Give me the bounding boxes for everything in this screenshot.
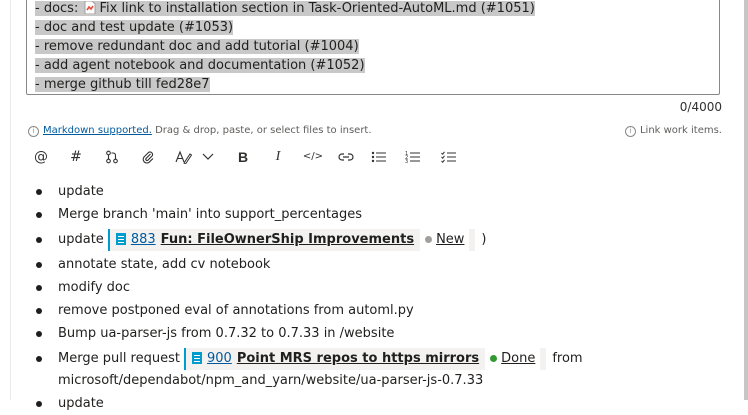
description-line: - remove redundant doc and add tutorial … xyxy=(35,39,359,54)
work-item-state: Done xyxy=(485,348,541,370)
work-item-chip[interactable]: 900 Point MRS repos to https mirrors Done xyxy=(183,348,547,370)
state-dot-icon xyxy=(490,355,498,362)
work-item-state: New xyxy=(420,229,470,251)
bullet xyxy=(36,285,42,291)
numbered-list-icon[interactable]: 123 xyxy=(402,146,424,168)
work-item-title[interactable]: Fun: FileOwnerShip Improvements xyxy=(161,232,414,247)
link-icon[interactable] xyxy=(335,146,357,168)
scrollbar[interactable] xyxy=(744,0,748,400)
work-item-icon xyxy=(191,352,202,364)
markdown-hint: i Markdown supported. Drag & drop, paste,… xyxy=(28,125,372,137)
checklist-icon[interactable] xyxy=(438,146,460,168)
format-text-icon[interactable] xyxy=(173,146,195,168)
markdown-file-icon xyxy=(84,0,96,15)
editor-hint-row: i Markdown supported. Drag & drop, paste,… xyxy=(28,125,722,141)
italic-icon[interactable]: I xyxy=(267,146,289,168)
hash-icon[interactable]: # xyxy=(65,146,87,168)
info-icon: i xyxy=(624,126,636,137)
markdown-supported-link[interactable]: Markdown supported. xyxy=(43,125,152,136)
svg-text:3: 3 xyxy=(405,159,408,164)
work-item-icon xyxy=(115,233,126,245)
description-textarea[interactable]: - docs: Fix link to installation section… xyxy=(26,0,720,95)
description-line: - docs: Fix link to installation section… xyxy=(35,0,535,16)
bold-icon[interactable]: B xyxy=(232,146,254,168)
code-icon[interactable]: </> xyxy=(302,146,324,168)
chevron-down-icon[interactable] xyxy=(200,146,216,168)
pull-request-icon[interactable] xyxy=(101,146,123,168)
work-item-number[interactable]: 883 xyxy=(131,232,156,247)
work-item-chip[interactable]: 883 Fun: FileOwnerShip Improvements New xyxy=(107,229,476,251)
bullet xyxy=(36,308,42,314)
bullet xyxy=(36,189,42,195)
state-dot-icon xyxy=(425,236,433,243)
at-mention-icon[interactable]: @ xyxy=(30,146,52,168)
bullet xyxy=(36,262,42,268)
link-work-items-hint[interactable]: i Link work items. xyxy=(624,125,722,137)
character-counter: 0/4000 xyxy=(679,100,722,114)
pull-request-description-page: - docs: Fix link to installation section… xyxy=(0,0,748,411)
work-item-number[interactable]: 900 xyxy=(207,351,232,366)
description-line: - doc and test update (#1053) xyxy=(35,20,234,35)
description-line: - merge github till fed28e7 xyxy=(35,77,210,92)
info-icon: i xyxy=(28,126,39,137)
bullet xyxy=(36,401,42,407)
bullet xyxy=(36,237,42,243)
description-line: - add agent notebook and documentation (… xyxy=(35,58,365,73)
bullet xyxy=(36,356,42,362)
attach-icon[interactable] xyxy=(137,146,159,168)
bullet xyxy=(36,212,42,218)
work-item-title[interactable]: Point MRS repos to https mirrors xyxy=(237,351,479,366)
bullet xyxy=(36,331,42,337)
bulleted-list-icon[interactable] xyxy=(368,146,390,168)
panel-border xyxy=(10,0,11,400)
